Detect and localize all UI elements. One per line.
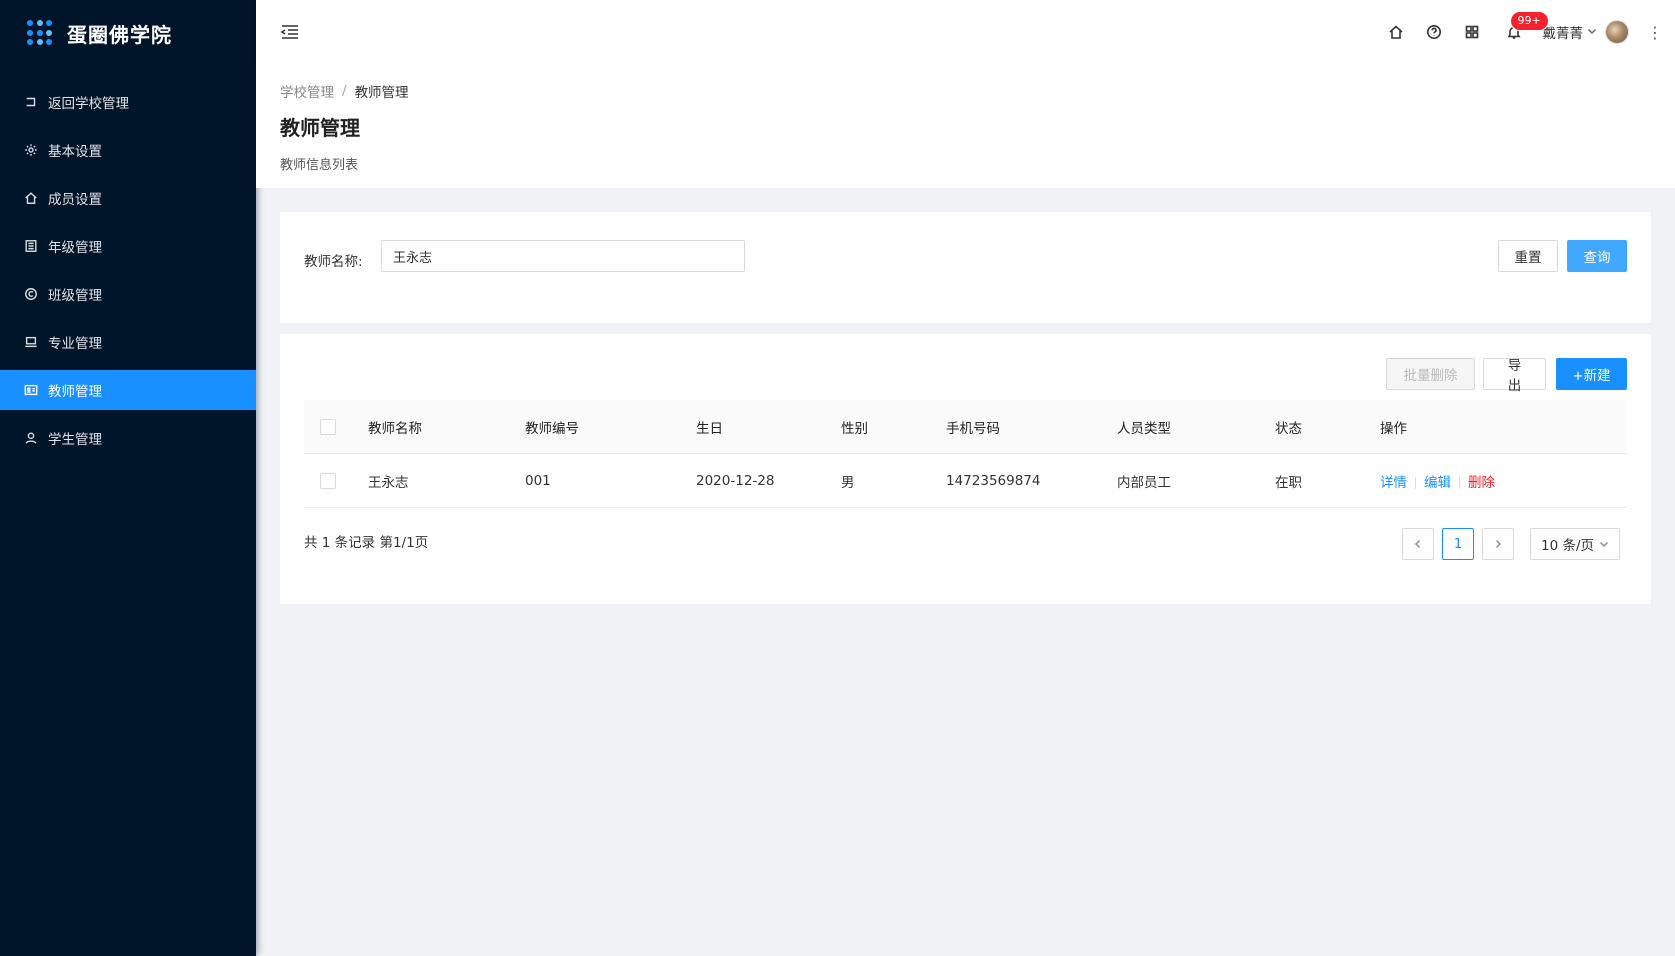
export-button[interactable]: 导 出 [1483, 358, 1546, 394]
breadcrumb-separator: / [342, 83, 347, 99]
home-icon [24, 191, 38, 205]
breadcrumb-current: 教师管理 [354, 85, 409, 101]
reset-button[interactable]: 重置 [1498, 240, 1558, 272]
avatar [1605, 20, 1629, 44]
sidebar-item-label: 基本设置 [48, 144, 102, 160]
select-all-checkbox[interactable] [320, 418, 336, 435]
sidebar-item-teacher-management[interactable]: 教师管理 [0, 370, 256, 410]
home-icon[interactable] [1377, 0, 1415, 64]
breadcrumb-link-school[interactable]: 学校管理 [280, 81, 334, 101]
user-name: 戴菁菁 [1542, 26, 1584, 42]
page-title: 教师管理 [280, 116, 360, 140]
table-row: 王永志 001 2020-12-28 男 14723569874 内部员工 在职… [304, 454, 1627, 508]
list-icon [24, 239, 38, 253]
sidebar-item-grade-management[interactable]: 年级管理 [0, 226, 256, 266]
copyright-icon [24, 287, 38, 301]
chevron-left-icon [1414, 539, 1421, 549]
apps-icon[interactable] [1453, 0, 1491, 64]
teacher-name-input[interactable] [381, 240, 745, 272]
user-icon [24, 431, 38, 445]
sidebar-item-label: 班级管理 [48, 288, 102, 304]
breadcrumb: 学校管理 / 教师管理 [280, 80, 1651, 102]
cell-phone: 14723569874 [946, 472, 1041, 489]
gear-icon [24, 143, 38, 157]
notification-bell-icon[interactable]: 99+ [1495, 0, 1548, 64]
cell-gender: 男 [841, 474, 855, 491]
next-page-button[interactable] [1482, 528, 1514, 560]
top-header: 99+ 戴菁菁 ⋮ [256, 0, 1675, 64]
new-button[interactable]: +新建 [1556, 358, 1627, 390]
search-card: 教师名称: 重置 查询 [280, 212, 1651, 323]
chevron-right-icon [1495, 539, 1502, 549]
column-header: 人员类型 [1117, 420, 1171, 437]
edit-link[interactable]: 编辑 [1424, 475, 1451, 491]
page-number-button[interactable]: 1 [1442, 528, 1474, 560]
sidebar-item-label: 返回学校管理 [48, 96, 129, 112]
more-vertical-icon[interactable]: ⋮ [1635, 0, 1675, 64]
logo[interactable]: 蛋圈佛学院 [0, 0, 256, 66]
sidebar-item-label: 教师管理 [48, 384, 102, 400]
table-header: 教师名称 教师编号 生日 性别 手机号码 人员类型 状态 操作 [304, 400, 1627, 454]
header-actions: 99+ 戴菁菁 ⋮ [1377, 0, 1675, 64]
sidebar-item-return-school[interactable]: 返回学校管理 [0, 82, 256, 122]
pagination-summary: 共 1 条记录 第1/1页 [304, 535, 429, 551]
sidebar-item-class-management[interactable]: 班级管理 [0, 274, 256, 314]
op-divider [1415, 476, 1416, 489]
detail-link[interactable]: 详情 [1380, 475, 1407, 491]
idcard-icon [24, 383, 38, 397]
sidebar: 蛋圈佛学院 返回学校管理 基本设置 成员设置 年级管理 班级管理 专业管理 教师… [0, 0, 256, 956]
help-icon[interactable] [1415, 0, 1453, 64]
batch-delete-button[interactable]: 批量删除 [1386, 358, 1475, 390]
chevron-down-icon [1599, 541, 1609, 548]
sidebar-item-basic-settings[interactable]: 基本设置 [0, 130, 256, 170]
notification-badge: 99+ [1510, 12, 1548, 30]
table-card: 批量删除 导 出 +新建 教师名称 教师编号 生日 性别 手机号码 人员类型 状… [280, 334, 1651, 604]
cell-staff-type: 内部员工 [1117, 474, 1171, 491]
cell-birthday: 2020-12-28 [696, 472, 775, 489]
chevron-down-icon [1587, 25, 1597, 40]
sidebar-item-label: 专业管理 [48, 336, 102, 352]
row-checkbox[interactable] [320, 472, 336, 489]
sidebar-item-member-settings[interactable]: 成员设置 [0, 178, 256, 218]
column-header: 教师编号 [525, 420, 579, 437]
prev-page-button[interactable] [1402, 528, 1434, 560]
sidebar-menu: 返回学校管理 基本设置 成员设置 年级管理 班级管理 专业管理 教师管理 学生管… [0, 82, 256, 458]
page-header: 学校管理 / 教师管理 教师管理 教师信息列表 [256, 64, 1675, 188]
cell-teacher-name: 王永志 [368, 474, 409, 491]
cell-operations: 详情 编辑 删除 [1380, 471, 1580, 491]
op-divider [1459, 476, 1460, 489]
sidebar-item-student-management[interactable]: 学生管理 [0, 418, 256, 458]
teacher-table: 教师名称 教师编号 生日 性别 手机号码 人员类型 状态 操作 王永志 001 … [304, 400, 1627, 508]
user-menu[interactable]: 戴菁菁 [1533, 0, 1636, 64]
page-description: 教师信息列表 [280, 158, 359, 173]
sidebar-item-label: 年级管理 [48, 240, 102, 256]
teacher-name-label: 教师名称: [304, 254, 363, 270]
column-header: 性别 [841, 420, 868, 437]
cell-teacher-code: 001 [525, 472, 551, 489]
column-header: 生日 [696, 420, 723, 437]
page-size-select[interactable]: 10 条/页 [1530, 528, 1620, 560]
column-header: 操作 [1380, 420, 1407, 437]
laptop-icon [24, 335, 38, 349]
delete-link[interactable]: 删除 [1468, 475, 1495, 491]
sidebar-item-major-management[interactable]: 专业管理 [0, 322, 256, 362]
column-header: 状态 [1275, 420, 1302, 437]
column-header: 教师名称 [368, 420, 422, 437]
cell-status: 在职 [1275, 474, 1302, 491]
logo-grid-icon [27, 20, 53, 46]
column-header: 手机号码 [946, 420, 1000, 437]
app-title: 蛋圈佛学院 [67, 22, 172, 47]
menu-fold-icon[interactable] [280, 22, 300, 42]
return-icon [24, 95, 38, 109]
query-button[interactable]: 查询 [1567, 240, 1627, 272]
sidebar-item-label: 成员设置 [48, 192, 102, 208]
page-size-value: 10 条/页 [1541, 538, 1595, 554]
sidebar-item-label: 学生管理 [48, 432, 102, 448]
